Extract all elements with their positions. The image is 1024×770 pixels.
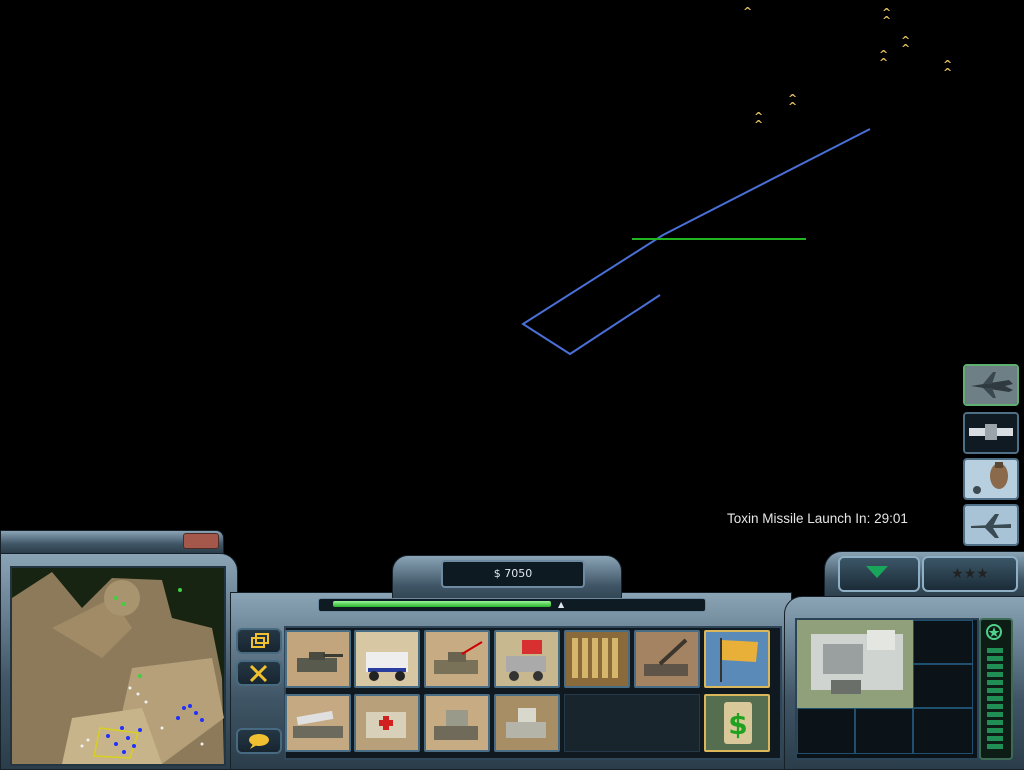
exp-segment <box>987 648 1003 653</box>
build-humvee-button[interactable] <box>354 630 420 688</box>
minimap[interactable] <box>10 566 226 766</box>
build-crusader-tank-button[interactable] <box>285 630 351 688</box>
power-button-airstrike[interactable] <box>963 364 1019 406</box>
exp-segment <box>987 736 1003 741</box>
tank-icon <box>287 632 349 686</box>
experience-meter <box>979 618 1013 760</box>
aircraft-icon <box>965 506 1017 544</box>
ambulance-icon <box>356 696 418 750</box>
power-bar-fill <box>333 601 551 607</box>
medal-icon <box>986 624 1002 640</box>
chat-button[interactable] <box>236 728 282 754</box>
collapse-button[interactable] <box>838 556 920 592</box>
upgrade-ammo-button[interactable] <box>564 630 630 688</box>
exp-segment <box>987 688 1003 693</box>
selection-grid <box>795 618 979 760</box>
chat-bubble-icon <box>249 734 269 749</box>
minimap-terrain <box>12 568 224 764</box>
grid-cell <box>797 708 855 754</box>
build-avenger-button[interactable] <box>424 694 490 752</box>
exp-segment <box>987 680 1003 685</box>
windows-icon <box>251 633 269 648</box>
build-ambulance-button[interactable] <box>354 694 420 752</box>
status-led <box>183 533 219 549</box>
svg-text:$: $ <box>728 708 747 741</box>
sell-button[interactable]: $ <box>704 694 770 752</box>
vehicle-icon <box>496 632 558 686</box>
tank-icon <box>426 632 488 686</box>
avenger-icon <box>426 696 488 750</box>
world-overlay[interactable] <box>0 0 1024 540</box>
rank-chevron: ^ ^ <box>879 48 888 69</box>
exp-segment <box>987 672 1003 677</box>
grid-cell <box>913 708 973 754</box>
upgrade-artillery-button[interactable] <box>634 630 700 688</box>
exp-segment <box>987 656 1003 661</box>
stars-icon: ★★★ <box>951 566 989 582</box>
power-marker-icon: ▲ <box>558 600 565 609</box>
exp-segment <box>987 664 1003 669</box>
humvee-icon <box>356 632 418 686</box>
repair-button[interactable] <box>236 660 282 686</box>
dollar-sign-icon: $ <box>706 696 768 750</box>
exp-segment <box>987 704 1003 709</box>
grid-cell <box>913 620 973 664</box>
build-paladin-tank-button[interactable] <box>424 630 490 688</box>
bomb-icon <box>965 460 1017 498</box>
jet-icon <box>965 366 1017 404</box>
power-button-satellite[interactable] <box>963 412 1019 454</box>
path-blue-line <box>521 128 871 356</box>
flag-icon <box>706 632 768 686</box>
rank-chevron: ^ ^ <box>882 6 891 27</box>
tools-icon <box>249 664 268 683</box>
rank-chevron: ^ ^ <box>901 34 910 55</box>
selected-unit-portrait <box>797 620 913 708</box>
exp-segment <box>987 744 1003 749</box>
exp-segment <box>987 696 1003 701</box>
grid-cell <box>913 664 973 708</box>
war-factory-icon <box>797 620 913 708</box>
exp-segment <box>987 720 1003 725</box>
build-microwave-tank-button[interactable] <box>494 694 560 752</box>
rank-chevron: ^ <box>743 5 752 18</box>
superweapon-timer: Toxin Missile Launch In: 29:01 <box>727 511 908 526</box>
satellite-icon <box>965 414 1017 452</box>
rank-chevron: ^ ^ <box>788 92 797 113</box>
rank-chevron: ^ ^ <box>943 58 952 79</box>
general-rank-button[interactable]: ★★★ <box>922 556 1018 592</box>
command-slot-empty <box>564 694 700 752</box>
power-button-missile[interactable] <box>963 458 1019 500</box>
triangle-down-icon <box>866 566 888 578</box>
power-button-drone[interactable] <box>963 504 1019 546</box>
money-display: $ 7050 <box>441 560 585 588</box>
artillery-icon <box>636 632 698 686</box>
flag-button[interactable] <box>704 630 770 688</box>
options-button[interactable] <box>236 628 282 654</box>
microwave-tank-icon <box>496 696 558 750</box>
build-laser-vehicle-button[interactable] <box>494 630 560 688</box>
build-tomahawk-launcher-button[interactable] <box>285 694 351 752</box>
grid-cell <box>855 708 913 754</box>
ammo-icon <box>566 632 628 686</box>
exp-segment <box>987 728 1003 733</box>
rank-chevron: ^ ^ <box>754 110 763 131</box>
missile-launcher-icon <box>287 696 349 750</box>
exp-segment <box>987 712 1003 717</box>
